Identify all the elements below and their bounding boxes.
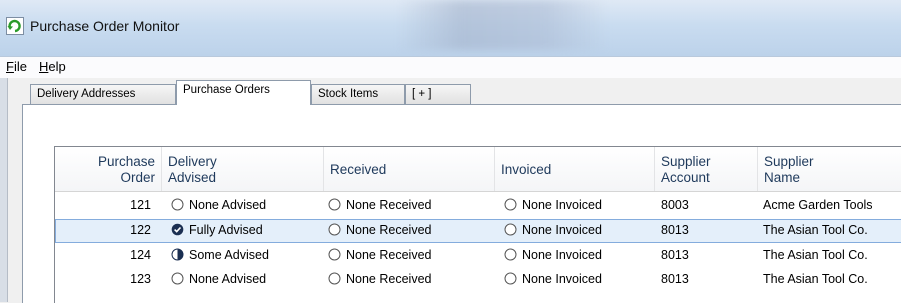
column-header-purchase-order[interactable]: Purchase Order [55, 147, 162, 191]
cell-delivery: Fully Advised [171, 223, 263, 237]
cell-received: None Received [328, 248, 431, 262]
radio-half-icon [171, 248, 184, 261]
cell-delivery-text: Fully Advised [189, 223, 263, 237]
cell-invoiced-text: None Invoiced [522, 223, 602, 237]
radio-empty-icon [504, 198, 517, 211]
table-row[interactable]: 123 None Advised None Received None Invo… [55, 268, 901, 292]
column-header-line1: Delivery [168, 154, 217, 169]
column-header-line1: Received [330, 162, 387, 177]
cell-received: None Received [328, 223, 431, 237]
column-header-line1: Supplier [661, 154, 711, 169]
cell-received-text: None Received [346, 272, 432, 286]
cell-supplier-name: The Asian Tool Co. [763, 272, 868, 286]
tab-purchase-orders[interactable]: Purchase Orders [176, 80, 311, 105]
menu-help[interactable]: Help [39, 59, 66, 74]
column-header-line2: Account [661, 170, 710, 185]
cell-account: 8013 [661, 223, 689, 237]
menu-bar: File Help [0, 56, 901, 79]
cell-invoiced-text: None Invoiced [522, 248, 602, 262]
radio-empty-icon [328, 223, 341, 236]
radio-empty-icon [171, 198, 184, 211]
menu-help-hotkey: H [39, 59, 49, 74]
cell-delivery-text: Some Advised [189, 248, 269, 262]
window-title: Purchase Order Monitor [30, 18, 180, 34]
blurred-background-window [398, 0, 608, 50]
cell-invoiced: None Invoiced [504, 198, 602, 212]
cell-invoiced: None Invoiced [504, 272, 602, 286]
radio-empty-icon [171, 272, 184, 285]
cell-received-text: None Received [346, 248, 432, 262]
cell-supplier-name: Acme Garden Tools [763, 198, 873, 212]
menu-file[interactable]: File [6, 59, 27, 74]
column-header-delivery-advised[interactable]: Delivery Advised [162, 147, 324, 191]
column-header-invoiced[interactable]: Invoiced [495, 147, 655, 191]
column-header-supplier-account[interactable]: Supplier Account [655, 147, 758, 191]
cell-account: 8013 [661, 272, 689, 286]
purchase-orders-grid[interactable]: Purchase Order Delivery Advised Received… [54, 146, 901, 303]
cell-supplier-name: The Asian Tool Co. [763, 223, 868, 237]
cell-account: 8013 [661, 248, 689, 262]
column-header-line2: Name [764, 170, 801, 185]
column-header-line1: Supplier [764, 154, 814, 169]
menu-help-rest: elp [48, 59, 66, 74]
tab-stock-items[interactable]: Stock Items [311, 84, 405, 104]
cell-invoiced-text: None Invoiced [522, 198, 602, 212]
cell-delivery: None Advised [171, 198, 266, 212]
cell-invoiced: None Invoiced [504, 248, 602, 262]
column-header-line2: Order [120, 170, 155, 185]
column-header-line1: Purchase [97, 154, 155, 169]
column-header-line1: Invoiced [501, 162, 552, 177]
radio-empty-icon [328, 272, 341, 285]
menu-file-rest: ile [13, 59, 27, 74]
radio-empty-icon [504, 223, 517, 236]
table-row[interactable]: 121 None Advised None Received None Invo… [55, 194, 901, 218]
cell-received-text: None Received [346, 198, 432, 212]
cell-received-text: None Received [346, 223, 432, 237]
radio-empty-icon [328, 198, 341, 211]
cell-delivery-text: None Advised [189, 272, 267, 286]
radio-empty-icon [504, 272, 517, 285]
table-row[interactable]: 124 Some Advised None Received None Invo… [55, 244, 901, 268]
cell-delivery-text: None Advised [189, 198, 267, 212]
column-header-line2: Advised [168, 170, 217, 185]
left-border [0, 78, 8, 302]
refresh-arrow-icon [6, 17, 24, 35]
cell-account: 8003 [661, 198, 689, 212]
radio-empty-icon [504, 248, 517, 261]
column-header-supplier-name[interactable]: Supplier Name [758, 147, 901, 191]
cell-delivery: None Advised [171, 272, 266, 286]
grid-header: Purchase Order Delivery Advised Received… [55, 147, 901, 192]
cell-order: 122 [130, 223, 151, 237]
cell-received: None Received [328, 198, 431, 212]
cell-order: 121 [130, 198, 151, 212]
cell-order: 123 [130, 272, 151, 286]
cell-order: 124 [130, 248, 151, 262]
table-row-selected[interactable]: 122 Fully Advised None Received None Inv… [55, 219, 901, 243]
menu-file-hotkey: F [6, 59, 14, 74]
cell-received: None Received [328, 272, 431, 286]
cell-delivery: Some Advised [171, 248, 269, 262]
radio-empty-icon [328, 248, 341, 261]
tab-delivery-addresses[interactable]: Delivery Addresses [30, 84, 176, 104]
cell-supplier-name: The Asian Tool Co. [763, 248, 868, 262]
cell-invoiced: None Invoiced [504, 223, 602, 237]
title-bar: Purchase Order Monitor [0, 0, 901, 56]
tab-add[interactable]: [ + ] [405, 84, 471, 104]
cell-invoiced-text: None Invoiced [522, 272, 602, 286]
column-header-received[interactable]: Received [324, 147, 495, 191]
radio-full-icon [171, 223, 184, 236]
